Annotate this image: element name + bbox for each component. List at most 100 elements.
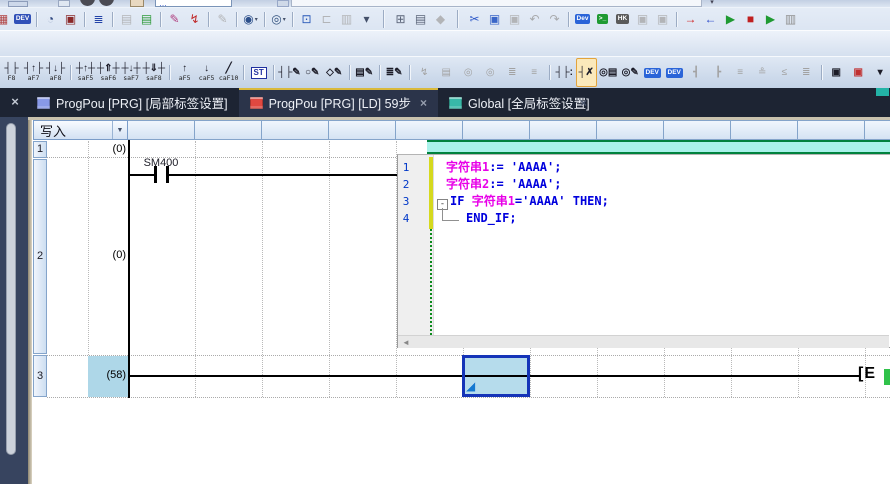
list-gray-icon[interactable]: ≤ [774,58,795,87]
contact-symbol[interactable] [154,166,157,183]
dev-write-icon[interactable]: DEV [664,58,685,87]
toolbar-overflow-icon[interactable]: ▾ [705,0,719,7]
inline-st-icon[interactable]: ST [248,58,269,87]
plc-write-icon[interactable]: → [681,10,700,28]
scroll-left-icon[interactable]: ◄ [400,337,412,348]
st-code-line[interactable]: END_IF; [466,211,517,225]
comment-table-icon[interactable]: ▤ [117,10,136,28]
doc-gray-icon[interactable]: ▤ [436,58,457,87]
bookmark-gray-icon[interactable]: ▣ [653,10,672,28]
menu-item[interactable] [171,36,177,38]
dev-frame-icon[interactable]: DEV [13,10,32,28]
find-device-icon[interactable]: Dev [573,10,592,28]
parallel-rising-icon[interactable]: ┼↓┼saF7 [121,58,142,87]
layout-gray-icon[interactable]: ▥ [337,10,356,28]
parameter-table-icon[interactable]: ▤ [137,10,156,28]
st-code-line[interactable]: 字符串1:= 'AAAA'; [446,160,561,174]
find-doc-icon[interactable]: ◎▤ [598,58,619,87]
tab-close-icon[interactable]: × [420,96,427,110]
pane-close-button[interactable]: × [7,94,23,110]
chevron-down-icon[interactable]: ▼ [112,121,127,139]
device-display-icon[interactable]: ┤├: [554,58,575,87]
align-gray-icon[interactable]: ≡ [730,58,751,87]
tab-progpou-ladder[interactable]: ProgPou [PRG] [LD] 59步 × [239,88,438,117]
delete-row-icon[interactable]: ↓caF5 [196,58,217,87]
save-ladder-icon[interactable]: ▣ [826,58,847,87]
menu-item[interactable] [71,36,77,38]
wrap-gray-icon[interactable]: ≗ [752,58,773,87]
edit-contact-icon[interactable]: ┤├✎ [278,58,301,87]
parallel-falling-icon[interactable]: ┼⇓┼saF8 [143,58,166,87]
menu-item[interactable] [116,36,122,38]
series-falling-icon[interactable]: ┼⇑┼saF6 [97,58,120,87]
st-code-line[interactable]: -IF 字符串1='AAAA' THEN; [437,194,609,210]
lightning-gray-icon[interactable]: ↯ [414,58,435,87]
add-lines-gray-icon[interactable]: ≣ [502,58,523,87]
window-preview-icon[interactable]: ⊡ [297,10,316,28]
jump-gray-icon[interactable]: ▣ [633,10,652,28]
search2-gray-icon[interactable]: ◎ [480,58,501,87]
plc-read-icon[interactable]: ← [701,10,720,28]
statement-gray-icon[interactable]: ≣ [796,58,817,87]
menu-item[interactable] [350,36,356,38]
monitor-stop-icon[interactable]: ■ [741,10,760,28]
search-gray-icon[interactable]: ◎ [458,58,479,87]
menu-item[interactable] [412,36,418,38]
inactive-tab-close-icon[interactable]: × [580,96,587,110]
find-instruction-icon[interactable]: >_ [593,10,612,28]
menu-item[interactable] [231,36,237,38]
inline-st-block[interactable] [427,140,890,154]
dock-splitter-handle[interactable] [6,123,16,455]
monitor-eye-icon[interactable]: ◉ [241,10,260,28]
inline-st-editor-window[interactable]: 1字符串1:= 'AAAA';2字符串2:= 'AAAA';3-IF 字符串1=… [397,154,890,348]
element-select-icon[interactable]: ≣ [89,10,108,28]
monitor-run-icon[interactable]: ▶ [721,10,740,28]
label-pencil-icon[interactable]: ✎ [165,10,184,28]
dock-gray-icon[interactable]: ⊏ [317,10,336,28]
st-horizontal-scrollbar[interactable]: ◄ [398,335,889,348]
clipped-round-button[interactable] [80,0,95,6]
user-gray-icon[interactable]: ◆ [431,10,450,28]
find-edit-icon[interactable]: ◎✎ [620,58,641,87]
comment-display-icon[interactable]: ┤✗ [576,58,597,87]
search-combobox[interactable]: … [155,0,232,7]
calc-module-icon[interactable]: ⊞ [391,10,410,28]
monitor-check-icon[interactable]: ▣ [61,10,80,28]
insert-row-icon[interactable]: ↑aF5 [174,58,195,87]
contact-symbol[interactable] [166,166,169,183]
device-zoom-icon[interactable]: ◎ [269,10,288,28]
remove-lines-gray-icon[interactable]: ≡ [524,58,545,87]
cut-icon[interactable]: ✂ [465,10,484,28]
verify-run-icon[interactable]: ▶ [761,10,780,28]
memory-table-icon[interactable]: ▤ [411,10,430,28]
connect-right-gray-icon[interactable]: ┣ [708,58,729,87]
paste-icon[interactable]: ▣ [505,10,524,28]
overflow-icon[interactable]: ▾ [357,10,376,28]
edit-branch-icon[interactable]: ◇✎ [324,58,345,87]
falling-contact-icon[interactable]: ┤↓├aF8 [45,58,66,87]
stopwatch-icon[interactable]: ◔ [41,10,60,28]
rising-contact-icon[interactable]: ┤↑├aF7 [23,58,44,87]
menu-item[interactable] [1,36,7,38]
overflow-icon[interactable]: ▾ [870,58,890,87]
io-zigzag-icon[interactable]: ↯ [185,10,204,28]
edit-coil-icon[interactable]: ○✎ [302,58,323,87]
open-contact-icon[interactable]: ┤├F8 [1,58,22,87]
series-rising-icon[interactable]: ┼↑┼saF5 [75,58,96,87]
save-red-icon[interactable]: ▣ [848,58,869,87]
edge-partial-icon[interactable]: ▥ [781,10,800,28]
clipped-input-field[interactable] [291,0,702,7]
edit-label-icon[interactable]: ▤✎ [354,58,375,87]
menu-item[interactable] [291,36,297,38]
st-code-line[interactable]: 字符串2:= 'AAAA'; [446,177,561,191]
tab-global-labels[interactable]: Global [全局标签设置] × [438,88,601,117]
copy-icon[interactable]: ▣ [485,10,504,28]
undo-icon[interactable]: ↶ [525,10,544,28]
clipped-round-button[interactable] [99,0,114,6]
module-grid-icon[interactable]: ▦ [0,10,12,28]
tab-progpou-local-labels[interactable]: ProgPou [PRG] [局部标签设置] × [26,88,239,117]
gray-edit-icon[interactable]: ✎ [213,10,232,28]
delete-line-icon[interactable]: ╱caF10 [218,58,239,87]
connect-left-gray-icon[interactable]: ┫ [686,58,707,87]
dev-find-icon[interactable]: DEV [642,58,663,87]
